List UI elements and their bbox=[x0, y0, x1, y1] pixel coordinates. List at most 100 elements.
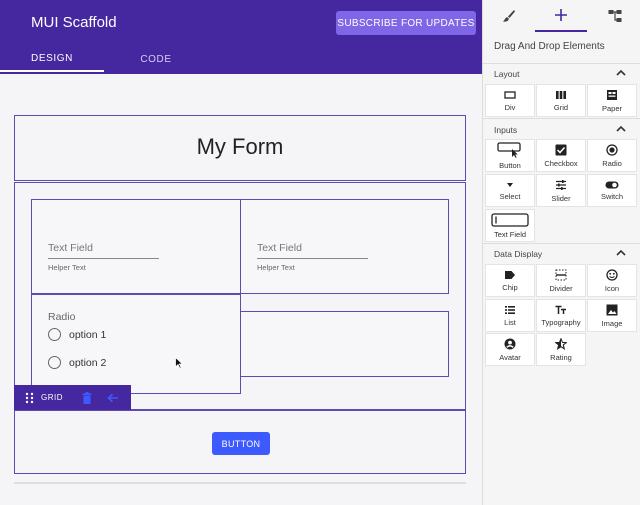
radio-option-label: option 1 bbox=[69, 328, 107, 341]
app-bar: MUI Scaffold SUBSCRIBE FOR UPDATES DESIG… bbox=[0, 0, 482, 74]
radio-unchecked-icon bbox=[48, 356, 61, 369]
element-label: Image bbox=[601, 318, 623, 328]
text-field-cell-2[interactable]: Text Field Helper Text bbox=[240, 199, 449, 294]
textfield-icon bbox=[491, 212, 529, 227]
panel-heading: Drag And Drop Elements bbox=[494, 41, 605, 52]
element-label: Paper bbox=[601, 103, 622, 113]
canvas-bottom-rule bbox=[14, 482, 466, 484]
element-select[interactable]: Select bbox=[485, 174, 535, 207]
radio-group-cell[interactable]: Radio option 1 option 2 bbox=[31, 294, 241, 394]
arrow-left-icon[interactable] bbox=[107, 393, 119, 403]
element-button[interactable]: Button bbox=[485, 139, 535, 172]
text-field-label: Text Field bbox=[257, 242, 302, 254]
chevron-up-icon[interactable] bbox=[616, 69, 626, 77]
paintbrush-icon bbox=[503, 10, 515, 22]
element-label: Divider bbox=[549, 283, 573, 293]
rating-icon bbox=[555, 337, 567, 350]
radio-group-title: Radio bbox=[48, 311, 76, 323]
select-icon bbox=[507, 182, 513, 187]
form-title: My Form bbox=[196, 134, 284, 159]
text-field-underline bbox=[48, 258, 159, 259]
element-label: Button bbox=[499, 160, 521, 170]
element-icon[interactable]: Icon bbox=[587, 264, 637, 297]
design-canvas: My Form Text Field Helper Text Text Fiel… bbox=[0, 74, 482, 505]
element-slider[interactable]: Slider bbox=[536, 174, 586, 207]
tab-design[interactable]: DESIGN bbox=[0, 46, 104, 72]
list-icon bbox=[505, 305, 515, 314]
section-title-data-display: Data Display bbox=[494, 249, 543, 259]
element-label: Avatar bbox=[499, 352, 521, 362]
drag-handle-icon[interactable] bbox=[25, 392, 35, 404]
grid-toolbar-label: GRID bbox=[41, 393, 63, 402]
element-chip[interactable]: Chip bbox=[485, 264, 535, 297]
text-field-helper: Helper Text bbox=[48, 263, 86, 272]
slider-icon bbox=[556, 179, 566, 190]
element-divider[interactable]: Divider bbox=[536, 264, 586, 297]
subscribe-button[interactable]: SUBSCRIBE FOR UPDATES bbox=[336, 11, 476, 35]
smiley-icon bbox=[606, 268, 618, 281]
tab-add-elements[interactable] bbox=[535, 0, 587, 32]
tab-code[interactable]: CODE bbox=[104, 46, 208, 72]
checkbox-icon bbox=[555, 144, 567, 155]
radio-option-1[interactable]: option 1 bbox=[48, 328, 106, 341]
element-label: Chip bbox=[502, 282, 518, 292]
section-title-layout: Layout bbox=[494, 69, 520, 79]
chevron-up-icon[interactable] bbox=[616, 249, 626, 257]
element-typography[interactable]: Typography bbox=[536, 299, 586, 332]
element-list[interactable]: List bbox=[485, 299, 535, 332]
mouse-cursor-icon bbox=[175, 357, 183, 369]
grid-toolbar: GRID bbox=[14, 385, 131, 410]
text-field-underline bbox=[257, 258, 368, 259]
element-div[interactable]: Div bbox=[485, 84, 535, 117]
plus-icon bbox=[555, 9, 567, 21]
element-label: Text Field bbox=[493, 229, 527, 239]
radio-option-2[interactable]: option 2 bbox=[48, 356, 106, 369]
element-label: Checkbox bbox=[544, 158, 578, 168]
element-switch[interactable]: Switch bbox=[587, 174, 637, 207]
empty-grid-cell[interactable] bbox=[240, 311, 449, 377]
button-container[interactable]: BUTTON bbox=[14, 410, 466, 474]
tree-icon bbox=[608, 10, 622, 22]
element-label: Select bbox=[499, 191, 521, 201]
text-field-helper: Helper Text bbox=[257, 263, 295, 272]
radio-option-label: option 2 bbox=[69, 356, 107, 369]
tab-style[interactable] bbox=[483, 0, 535, 32]
element-label: Typography bbox=[541, 317, 581, 327]
app-root: MUI Scaffold SUBSCRIBE FOR UPDATES DESIG… bbox=[0, 0, 640, 505]
element-label: Rating bbox=[550, 352, 572, 362]
text-field-cell-1[interactable]: Text Field Helper Text bbox=[31, 199, 241, 294]
divider bbox=[483, 118, 640, 119]
div-icon bbox=[504, 90, 516, 99]
chevron-up-icon[interactable] bbox=[616, 125, 626, 133]
element-text-field[interactable]: Text Field bbox=[485, 209, 535, 242]
radio-unchecked-icon bbox=[48, 328, 61, 341]
text-field-label: Text Field bbox=[48, 242, 93, 254]
element-rating[interactable]: Rating bbox=[536, 333, 586, 366]
element-paper[interactable]: Paper bbox=[587, 84, 637, 117]
switch-icon bbox=[605, 181, 619, 188]
element-image[interactable]: Image bbox=[587, 299, 637, 332]
element-label: Grid bbox=[553, 102, 569, 112]
grid-icon bbox=[556, 90, 566, 99]
element-label: Slider bbox=[551, 193, 571, 203]
image-icon bbox=[606, 304, 618, 315]
paper-icon bbox=[607, 89, 617, 100]
elements-panel: Drag And Drop Elements Layout Div Grid P… bbox=[482, 0, 640, 505]
divider-icon bbox=[555, 269, 567, 280]
element-label: Icon bbox=[604, 283, 620, 293]
divider bbox=[483, 243, 640, 244]
delete-icon[interactable] bbox=[82, 391, 92, 404]
section-title-inputs: Inputs bbox=[494, 125, 518, 135]
radio-icon bbox=[606, 143, 618, 156]
app-title: MUI Scaffold bbox=[31, 14, 117, 31]
form-button[interactable]: BUTTON bbox=[212, 432, 270, 455]
typography-icon bbox=[555, 305, 566, 314]
tab-tree[interactable] bbox=[589, 0, 640, 32]
element-radio[interactable]: Radio bbox=[587, 139, 637, 172]
element-grid[interactable]: Grid bbox=[536, 84, 586, 117]
element-label: List bbox=[504, 317, 516, 327]
form-grid-container[interactable]: Text Field Helper Text Text Field Helper… bbox=[14, 182, 466, 410]
form-header-container[interactable]: My Form bbox=[14, 115, 466, 181]
element-avatar[interactable]: Avatar bbox=[485, 333, 535, 366]
element-checkbox[interactable]: Checkbox bbox=[536, 139, 586, 172]
